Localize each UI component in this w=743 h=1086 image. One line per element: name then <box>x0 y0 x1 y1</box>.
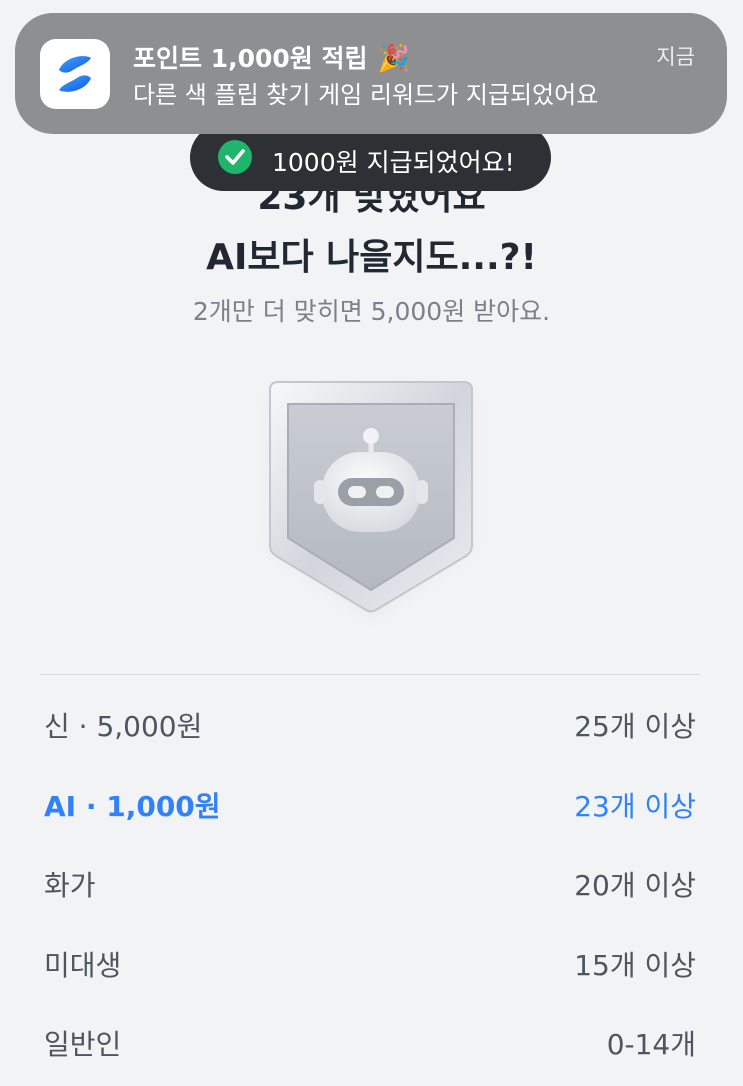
tier-row-ordinary: 일반인 0-14개 <box>44 1015 696 1065</box>
result-subtitle: 2개만 더 맞히면 5,000원 받아요. <box>192 297 551 326</box>
party-popper-icon: 🎉 <box>377 44 410 74</box>
robot-badge <box>250 372 492 634</box>
result-headline: AI보다 나을지도...?! <box>206 237 537 278</box>
toast-message: 1000원 지급되었어요! <box>272 148 515 177</box>
tier-requirement: 23개 이상 <box>574 790 696 823</box>
tier-name: 일반인 <box>44 1028 122 1061</box>
tier-requirement: 25개 이상 <box>574 710 696 743</box>
result-screen: 23개 맞혔어요 AI보다 나을지도...?! 2개만 더 맞히면 5,000원… <box>0 0 743 1086</box>
tier-requirement: 0-14개 <box>606 1028 696 1061</box>
tier-row-art-student: 미대생 15개 이상 <box>44 936 696 986</box>
check-circle-icon <box>218 140 252 174</box>
tier-name: 미대생 <box>44 949 122 982</box>
tier-requirement: 20개 이상 <box>574 869 696 902</box>
app-icon <box>40 39 110 109</box>
notification-title: 포인트 1,000원 적립 🎉 <box>133 44 410 74</box>
reward-toast: 1000원 지급되었어요! <box>190 124 551 191</box>
tier-row-god: 신 · 5,000원 25개 이상 <box>44 697 696 747</box>
tier-row-ai: AI · 1,000원 23개 이상 <box>44 777 696 827</box>
push-notification[interactable]: 포인트 1,000원 적립 🎉 다른 색 플립 찾기 게임 리워드가 지급되었어요… <box>15 13 727 134</box>
tier-name: AI · 1,000원 <box>44 790 221 823</box>
notification-time: 지금 <box>656 45 695 69</box>
tier-name: 화가 <box>44 869 96 902</box>
tier-row-painter: 화가 20개 이상 <box>44 856 696 906</box>
tier-name: 신 · 5,000원 <box>44 710 203 743</box>
toss-logo-icon <box>59 56 91 92</box>
tier-requirement: 15개 이상 <box>574 949 696 982</box>
divider <box>40 674 700 675</box>
notification-body: 다른 색 플립 찾기 게임 리워드가 지급되었어요 <box>133 81 599 109</box>
